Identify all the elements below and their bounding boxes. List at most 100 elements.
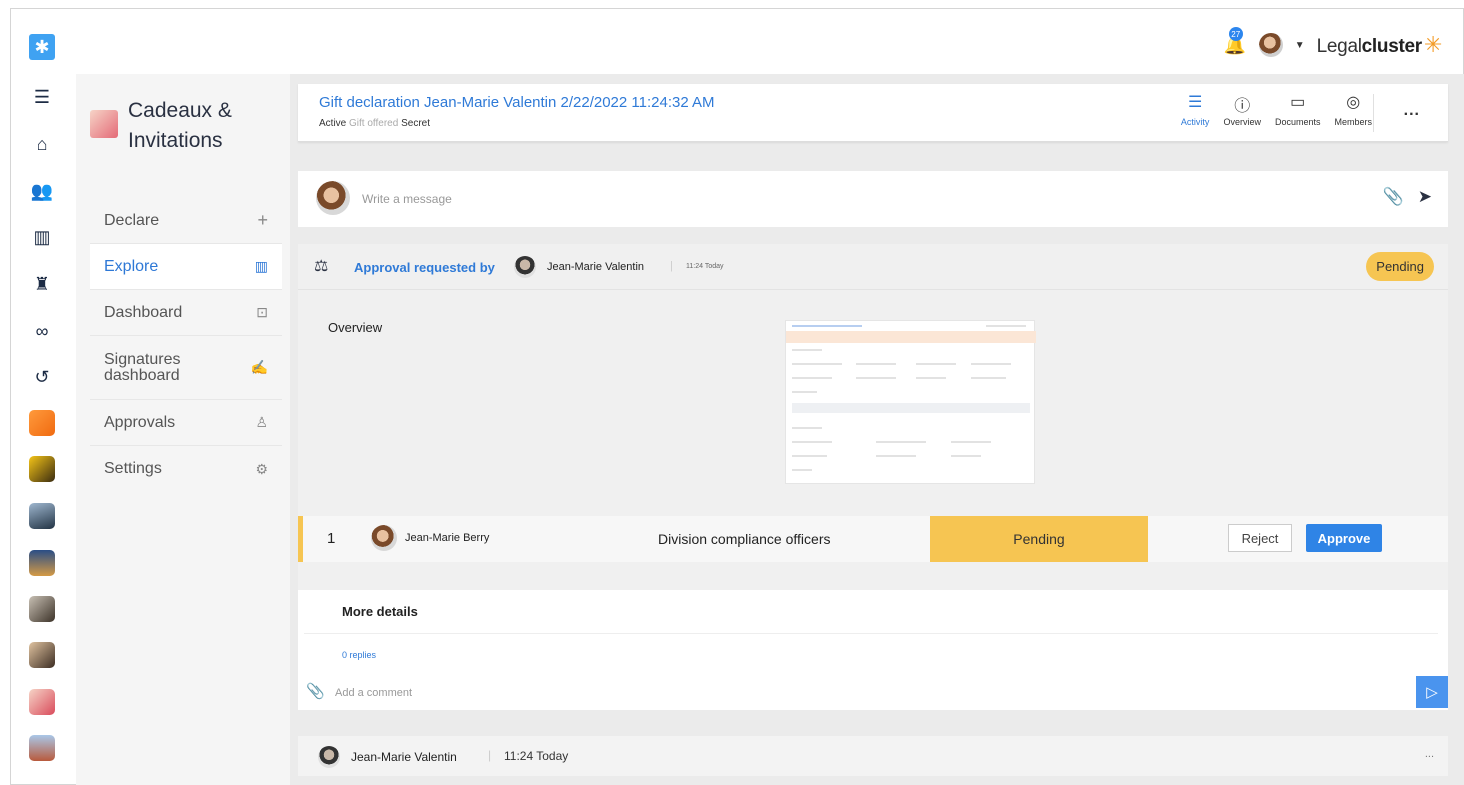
approval-stamp-icon: ⚖	[314, 258, 329, 275]
nav-item-explore[interactable]: Explore ▥	[90, 244, 282, 290]
gift-icon	[90, 110, 118, 138]
tab-members[interactable]: ◎ Members	[1334, 92, 1372, 127]
reject-button[interactable]: Reject	[1228, 524, 1292, 552]
chart-icon: ⊡	[256, 304, 268, 320]
replies-link[interactable]: 0 replies	[342, 650, 376, 660]
record-title: Gift declaration Jean-Marie Valentin 2/2…	[319, 94, 715, 111]
books-icon: ▥	[254, 258, 268, 274]
yellow-app-icon[interactable]	[29, 456, 55, 482]
gavel-app-icon[interactable]	[29, 596, 55, 622]
filter-icon[interactable]: ☰	[29, 84, 55, 110]
top-bar: 🔔 27 ▼ Legalcluster✳	[76, 18, 1464, 74]
status-badge: Pending	[1366, 252, 1434, 281]
module-sidebar: Cadeaux & Invitations Declare + Explore …	[76, 74, 290, 785]
requester-avatar	[514, 256, 536, 278]
notifications-bell-icon[interactable]: 🔔 27	[1223, 27, 1247, 57]
tab-label: Overview	[1223, 117, 1261, 127]
more-details-heading[interactable]: More details	[342, 604, 418, 619]
brand-light-text: Legal	[1316, 36, 1362, 57]
orange-app-icon[interactable]	[29, 410, 55, 436]
requester-name[interactable]: Jean-Marie Valentin	[547, 261, 644, 273]
app-logo-icon[interactable]: ✱	[29, 34, 55, 60]
separator: |	[488, 748, 492, 762]
entry-more-button[interactable]: ...	[1425, 748, 1434, 760]
tab-activity[interactable]: ☰ Activity	[1181, 92, 1210, 127]
divider	[304, 633, 1438, 634]
building-icon[interactable]: ▥	[29, 224, 55, 250]
step-status: Pending	[930, 516, 1148, 562]
step-number: 1	[327, 530, 336, 547]
tab-overview[interactable]: ⓘ Overview	[1223, 92, 1261, 127]
brand-bold-text: cluster	[1361, 36, 1423, 57]
composer-tools: 📎 ➤	[1383, 187, 1432, 207]
message-composer: Write a message 📎 ➤	[298, 171, 1448, 227]
nav-label: Settings	[104, 460, 162, 477]
author-name[interactable]: Jean-Marie Valentin	[351, 750, 457, 764]
approver-name: Jean-Marie Berry	[405, 532, 490, 544]
tab-documents[interactable]: ▭ Documents	[1275, 92, 1321, 127]
brand-logo: Legalcluster✳	[1316, 32, 1443, 58]
separator: |	[670, 260, 673, 272]
attach-icon[interactable]: 📎	[1383, 187, 1404, 207]
tab-label: Documents	[1274, 117, 1321, 127]
mountain-app-icon[interactable]	[29, 503, 55, 529]
history-icon[interactable]: ↺	[29, 364, 55, 390]
nav-label: Dashboard	[104, 303, 183, 321]
send-icon[interactable]: ➤	[1418, 187, 1432, 207]
attach-comment-icon[interactable]: 📎	[306, 682, 325, 700]
stamp-icon[interactable]: ♜	[29, 271, 55, 297]
stamp-icon: ♙	[255, 414, 268, 430]
tag-active: Active	[319, 118, 347, 129]
app-rail: ✱ ☰ ⌂ 👥 ▥ ♜ ∞ ↺	[18, 28, 66, 785]
record-tabs: ☰ Activity ⓘ Overview ▭ Documents ◎ Memb…	[1181, 92, 1372, 127]
activity-icon: ☰	[1188, 94, 1203, 111]
nav-item-signatures-dashboard[interactable]: Signatures dashboard ✍	[90, 336, 282, 400]
module-title-line2: Invitations	[128, 129, 223, 152]
nav-label-line1: Signatures	[104, 350, 181, 368]
members-icon: ◎	[1346, 94, 1361, 111]
record-tags: Active Gift offered Secret	[319, 118, 430, 129]
more-options-button[interactable]: ...	[1404, 102, 1420, 120]
record-header: Gift declaration Jean-Marie Valentin 2/2…	[298, 84, 1448, 142]
send-comment-button[interactable]: ▷	[1416, 676, 1448, 708]
nav-label: Declare	[104, 211, 160, 229]
nav-item-dashboard[interactable]: Dashboard ⊡	[90, 290, 282, 336]
approve-button[interactable]: Approve	[1306, 524, 1382, 552]
nav-label: Signatures dashboard	[104, 350, 181, 384]
nav-item-settings[interactable]: Settings ⚙	[90, 446, 282, 492]
nav-item-approvals[interactable]: Approvals ♙	[90, 400, 282, 446]
nav-label: Explore	[104, 257, 159, 275]
city-app-icon[interactable]	[29, 550, 55, 576]
overview-label: Overview	[328, 320, 383, 335]
plus-icon: +	[257, 210, 268, 230]
approval-step-row: 1 Jean-Marie Berry Division compliance o…	[298, 516, 1448, 562]
user-avatar[interactable]	[1258, 33, 1283, 57]
comment-input[interactable]: Add a comment	[335, 687, 412, 699]
link-icon[interactable]: ∞	[29, 318, 55, 344]
handshake-app-icon[interactable]	[29, 642, 55, 668]
header-divider	[1373, 94, 1374, 132]
approval-card: ⚖ Approval requested by Jean-Marie Valen…	[298, 244, 1448, 710]
notification-count-badge: 27	[1228, 27, 1243, 41]
landscape-app-icon[interactable]	[29, 735, 55, 761]
author-avatar	[318, 746, 340, 768]
module-title-line1: Cadeaux &	[128, 99, 232, 122]
nav-label: Approvals	[104, 413, 176, 431]
tag-gift-offered: Gift offered	[349, 118, 399, 129]
message-input[interactable]: Write a message	[362, 192, 452, 206]
gift-app-icon[interactable]	[29, 689, 55, 715]
overview-thumbnail[interactable]	[785, 320, 1036, 484]
module-header: Cadeaux & Invitations	[90, 96, 232, 156]
signature-icon: ✍	[250, 359, 268, 375]
tag-secret: Secret	[401, 118, 430, 129]
details-panel: More details 0 replies 📎 Add a comment ▷	[298, 590, 1448, 710]
approver-group: Division compliance officers	[658, 531, 831, 547]
caret-down-icon[interactable]: ▼	[1295, 40, 1305, 51]
approval-time: 11:24 Today	[686, 263, 724, 270]
nav-item-declare[interactable]: Declare +	[90, 198, 282, 244]
module-nav: Declare + Explore ▥ Dashboard ⊡ Signatur…	[90, 198, 282, 492]
users-icon[interactable]: 👥	[29, 178, 55, 204]
home-icon[interactable]: ⌂	[29, 131, 55, 157]
main-content: Gift declaration Jean-Marie Valentin 2/2…	[290, 74, 1464, 785]
module-title: Cadeaux & Invitations	[128, 96, 232, 156]
